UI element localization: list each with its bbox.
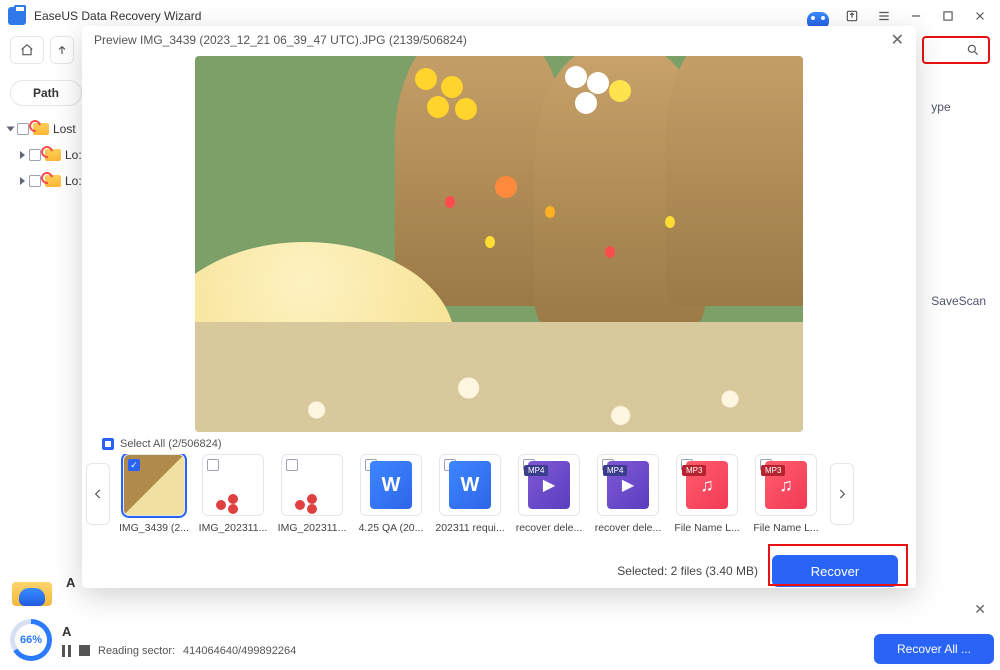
chevron-right-icon (20, 151, 25, 159)
thumb-checkbox[interactable] (128, 459, 140, 471)
thumb-label: 202311 requi... (434, 522, 506, 534)
app-title: EaseUS Data Recovery Wizard (34, 9, 201, 23)
status-heading-mid: A (62, 624, 296, 639)
tree-checkbox[interactable] (29, 175, 41, 187)
menu-icon[interactable] (872, 4, 896, 28)
path-toggle[interactable]: Path (10, 80, 82, 106)
thumbnail[interactable]: IMG_3439 (2... (120, 454, 188, 534)
status-bar: 66% A Reading sector: 414064640/49989226… (0, 610, 1000, 670)
thumb-box: MP4 (597, 454, 659, 516)
thumb-prev-button[interactable] (86, 463, 110, 525)
thumb-label: File Name L... (671, 522, 743, 534)
minimize-icon[interactable] (904, 4, 928, 28)
selected-summary: Selected: 2 files (3.40 MB) (617, 564, 758, 578)
select-all-label: Select All (2/506824) (120, 438, 222, 450)
thumb-label: IMG_3439 (2... (120, 522, 190, 534)
thumb-label: IMG_202311... (276, 522, 348, 534)
app-logo-icon (8, 7, 26, 25)
stop-icon[interactable] (79, 645, 90, 656)
thumbnail[interactable]: IMG_202311... (278, 454, 346, 534)
thumb-box: MP3 (755, 454, 817, 516)
recover-all-label: Recover All ... (897, 642, 971, 656)
search-field-highlight (922, 36, 990, 64)
recover-button[interactable]: Recover (772, 555, 898, 587)
thumb-box: MP4 (518, 454, 580, 516)
share-icon[interactable] (840, 4, 864, 28)
tree-label: Lost (53, 122, 76, 136)
thumb-box (202, 454, 264, 516)
mascot-icon[interactable] (804, 4, 832, 28)
modal-header: Preview IMG_3439 (2023_12_21 06_39_47 UT… (82, 26, 916, 54)
tree-item-root[interactable]: Lost (4, 116, 94, 142)
thumbnail[interactable]: 202311 requi... (436, 454, 504, 534)
select-all-checkbox[interactable] (102, 438, 114, 450)
thumbnail[interactable]: 4.25 QA (20... (357, 454, 425, 534)
tree-checkbox[interactable] (29, 149, 41, 161)
thumb-label: IMG_202311... (197, 522, 269, 534)
modal-title: Preview IMG_3439 (2023_12_21 06_39_47 UT… (94, 33, 467, 47)
tree-item-child[interactable]: Lo: (4, 168, 94, 194)
thumb-next-button[interactable] (830, 463, 854, 525)
preview-image (195, 56, 803, 432)
tree-label: Lo: (65, 148, 82, 162)
preview-modal: Preview IMG_3439 (2023_12_21 06_39_47 UT… (82, 26, 916, 588)
thumbnail[interactable]: MP4 recover dele... (594, 454, 662, 534)
reading-sector-label: Reading sector: (98, 645, 175, 657)
pause-icon[interactable] (62, 645, 71, 657)
chevron-right-icon (20, 177, 25, 185)
maximize-icon[interactable] (936, 4, 960, 28)
modal-footer: Selected: 2 files (3.40 MB) Recover (82, 542, 916, 588)
savescan-fragment: SaveScan (931, 294, 986, 308)
status-heading-top: A (66, 575, 75, 590)
lost-folder-icon (33, 123, 49, 135)
thumb-label: 4.25 QA (20... (355, 522, 427, 534)
mascot-notify-icon[interactable] (12, 574, 52, 606)
lost-folder-icon (45, 175, 61, 187)
thumb-box (281, 454, 343, 516)
thumb-checkbox[interactable] (286, 459, 298, 471)
thumbnail[interactable]: MP3 File Name L... (752, 454, 820, 534)
recover-all-button[interactable]: Recover All ... (874, 634, 994, 664)
thumb-checkbox[interactable] (207, 459, 219, 471)
progress-percent: 66% (20, 634, 42, 646)
chevron-down-icon (7, 127, 15, 132)
thumbnail[interactable]: MP4 recover dele... (515, 454, 583, 534)
thumb-box: MP3 (676, 454, 738, 516)
thumb-label: recover dele... (513, 522, 585, 534)
search-icon[interactable] (966, 43, 980, 57)
tree-label: Lo: (65, 174, 82, 188)
select-all-row: Select All (2/506824) (82, 436, 916, 454)
home-button[interactable] (10, 36, 44, 64)
folder-tree: Path Lost Lo: Lo: (4, 80, 94, 194)
progress-ring: 66% (10, 619, 52, 661)
thumb-box (360, 454, 422, 516)
thumb-box (439, 454, 501, 516)
thumb-label: recover dele... (592, 522, 664, 534)
right-column-fragments: ype SaveScan (931, 100, 986, 488)
thumbnail[interactable]: IMG_202311... (199, 454, 267, 534)
tree-item-child[interactable]: Lo: (4, 142, 94, 168)
up-button[interactable] (50, 36, 74, 64)
close-icon[interactable] (968, 4, 992, 28)
recover-button-label: Recover (811, 564, 859, 579)
type-header-fragment: ype (931, 100, 986, 114)
reading-sector-values: 414064640/499892264 (183, 645, 296, 657)
modal-close-icon[interactable]: ✕ (891, 30, 904, 50)
lost-folder-icon (45, 149, 61, 161)
thumbnail-strip: IMG_3439 (2... IMG_202311... IMG_202311...… (82, 454, 916, 534)
tree-checkbox[interactable] (17, 123, 29, 135)
thumbnail[interactable]: MP3 File Name L... (673, 454, 741, 534)
thumb-label: File Name L... (750, 522, 820, 534)
search-input[interactable] (936, 42, 966, 58)
thumb-box (123, 454, 185, 516)
